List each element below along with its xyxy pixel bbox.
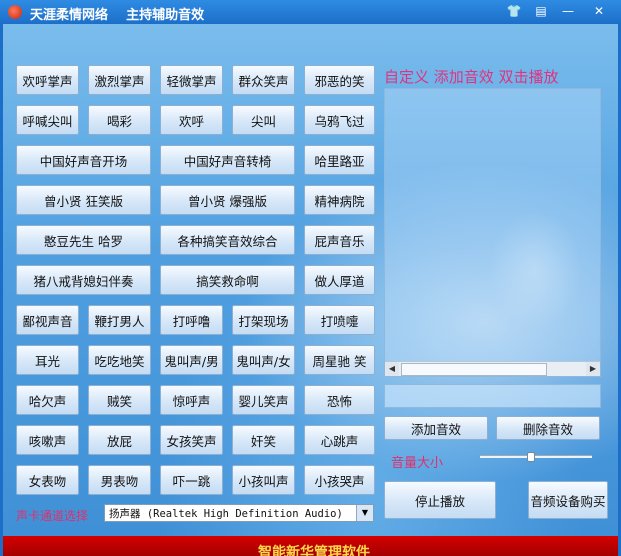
sound-button[interactable]: 婴儿笑声 <box>232 385 295 415</box>
sound-button[interactable]: 群众笑声 <box>232 65 295 95</box>
sound-button[interactable]: 周星驰 笑 <box>304 345 375 375</box>
sound-button[interactable]: 哈里路亚 <box>304 145 375 175</box>
sound-button[interactable]: 搞笑救命啊 <box>160 265 295 295</box>
window-frame-left <box>0 24 3 556</box>
custom-sounds-heading: 自定义 添加音效 双击播放 <box>384 68 559 86</box>
horizontal-scrollbar[interactable]: ◀ ▶ <box>385 361 600 376</box>
sound-button[interactable]: 男表吻 <box>88 465 151 495</box>
sound-button[interactable]: 憨豆先生 哈罗 <box>16 225 151 255</box>
sound-button[interactable]: 放屁 <box>88 425 151 455</box>
sound-button[interactable]: 屁声音乐 <box>304 225 375 255</box>
app-logo-icon <box>8 5 22 19</box>
sound-button[interactable]: 做人厚道 <box>304 265 375 295</box>
sound-button[interactable]: 小孩哭声 <box>304 465 375 495</box>
sound-card-label: 声卡通道选择 <box>16 509 89 523</box>
sound-button[interactable]: 精神病院 <box>304 185 375 215</box>
sound-button[interactable]: 猪八戒背媳妇伴奏 <box>16 265 151 295</box>
sound-button[interactable]: 呼喊尖叫 <box>16 105 79 135</box>
sound-button[interactable]: 鬼叫声/女 <box>232 345 295 375</box>
sound-button[interactable]: 鄙视声音 <box>16 305 79 335</box>
sound-button[interactable]: 各种搞笑音效综合 <box>160 225 295 255</box>
volume-slider-handle[interactable] <box>526 452 535 462</box>
sound-button[interactable]: 喝彩 <box>88 105 151 135</box>
sound-button[interactable]: 激烈掌声 <box>88 65 151 95</box>
scroll-right-icon[interactable]: ▶ <box>586 362 600 376</box>
sound-button[interactable]: 哈欠声 <box>16 385 79 415</box>
sound-button[interactable]: 咳嗽声 <box>16 425 79 455</box>
scroll-left-icon[interactable]: ◀ <box>385 362 399 376</box>
sound-button[interactable]: 奸笑 <box>232 425 295 455</box>
sound-button[interactable]: 中国好声音开场 <box>16 145 151 175</box>
sound-button[interactable]: 惊呼声 <box>160 385 223 415</box>
stop-playback-button[interactable]: 停止播放 <box>384 481 496 519</box>
volume-label: 音量大小 <box>391 456 444 471</box>
sound-button[interactable]: 打呼噜 <box>160 305 223 335</box>
sound-button[interactable]: 女表吻 <box>16 465 79 495</box>
sound-button[interactable]: 贼笑 <box>88 385 151 415</box>
banner-text: 智能新华管理软件 <box>258 545 370 556</box>
custom-sound-list[interactable]: ◀ ▶ <box>384 88 601 377</box>
minimize-button[interactable]: — <box>557 2 579 20</box>
sound-button[interactable]: 鬼叫声/男 <box>160 345 223 375</box>
window-title: 天涯柔情网络 主持辅助音效 <box>30 8 205 23</box>
close-button[interactable]: ✕ <box>587 2 611 20</box>
sound-button[interactable]: 欢呼掌声 <box>16 65 79 95</box>
skin-icon[interactable]: 👕 <box>503 2 525 20</box>
sound-button[interactable]: 轻微掌声 <box>160 65 223 95</box>
scroll-thumb[interactable] <box>401 363 547 376</box>
sound-card-value: 扬声器 (Realtek High Definition Audio) <box>109 508 343 520</box>
sound-card-select[interactable]: 扬声器 (Realtek High Definition Audio) ▼ <box>104 504 374 522</box>
sound-button[interactable]: 中国好声音转椅 <box>160 145 295 175</box>
volume-slider[interactable] <box>480 452 592 462</box>
buy-audio-device-button[interactable]: 音频设备购买 <box>528 481 608 519</box>
sound-button[interactable]: 曾小贤 狂笑版 <box>16 185 151 215</box>
sound-button[interactable]: 耳光 <box>16 345 79 375</box>
delete-sound-button[interactable]: 删除音效 <box>496 416 600 440</box>
bottom-banner: 智能新华管理软件 <box>0 536 621 556</box>
now-playing-box <box>384 384 601 408</box>
sound-button[interactable]: 恐怖 <box>304 385 375 415</box>
sound-button[interactable]: 打架现场 <box>232 305 295 335</box>
sound-button[interactable]: 吃吃地笑 <box>88 345 151 375</box>
sound-button[interactable]: 邪恶的笑 <box>304 65 375 95</box>
sound-button[interactable]: 乌鸦飞过 <box>304 105 375 135</box>
sound-button[interactable]: 吓一跳 <box>160 465 223 495</box>
sound-button[interactable]: 心跳声 <box>304 425 375 455</box>
sound-button[interactable]: 小孩叫声 <box>232 465 295 495</box>
sound-button[interactable]: 打喷嚏 <box>304 305 375 335</box>
sound-button[interactable]: 曾小贤 爆强版 <box>160 185 295 215</box>
sound-button[interactable]: 尖叫 <box>232 105 295 135</box>
sound-button[interactable]: 女孩笑声 <box>160 425 223 455</box>
menu-icon[interactable]: ▤ <box>530 2 552 20</box>
app-window: 天涯柔情网络 主持辅助音效 👕 ▤ — ✕ 欢呼掌声 激烈掌声 轻微掌声 群众笑… <box>0 0 621 556</box>
chevron-down-icon[interactable]: ▼ <box>356 505 373 521</box>
sound-button[interactable]: 欢呼 <box>160 105 223 135</box>
sound-button[interactable]: 鞭打男人 <box>88 305 151 335</box>
title-bar[interactable]: 天涯柔情网络 主持辅助音效 👕 ▤ — ✕ <box>0 0 621 24</box>
add-sound-button[interactable]: 添加音效 <box>384 416 488 440</box>
